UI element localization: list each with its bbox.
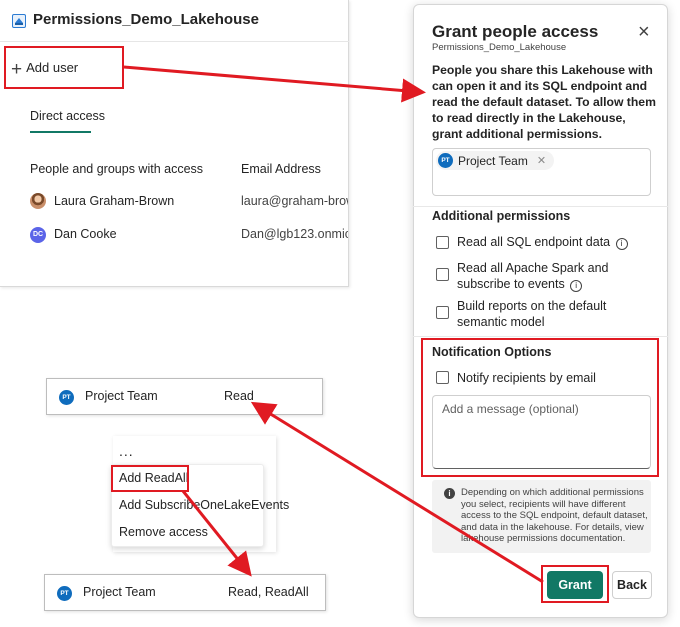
checkbox-build-reports[interactable] [436,306,449,319]
avatar: PT [59,390,74,405]
avatar [30,193,46,209]
access-card-before[interactable]: PT Project Team Read [46,378,323,415]
table-row-email: laura@graham-brow [241,194,348,208]
more-options-icon[interactable]: ... [119,443,134,459]
additional-permissions-heading: Additional permissions [432,209,571,223]
table-row-name[interactable]: Dan Cooke [54,227,117,241]
chip-label: Project Team [458,153,528,168]
highlight-add-readall [111,465,189,492]
card-name: Project Team [83,585,156,599]
avatar: PT [438,153,453,168]
permissions-panel [0,0,349,287]
dialog-title: Grant people access [432,22,599,41]
checkbox-read-spark[interactable] [436,268,449,281]
close-icon[interactable]: × [638,22,650,42]
highlight-add-user [4,46,124,89]
people-chip[interactable]: PT Project Team ✕ [436,151,555,170]
permission-label: Read all Apache Spark and subscribe to e… [457,261,609,291]
back-button[interactable]: Back [612,571,652,599]
card-permission: Read, ReadAll [228,585,309,599]
dialog-subtitle: Permissions_Demo_Lakehouse [432,42,567,53]
checkbox-label: Build reports on the default semantic mo… [457,299,607,329]
info-text: Depending on which additional permission… [461,487,648,544]
info-icon[interactable]: i [570,280,583,292]
avatar: DC [30,227,46,243]
highlight-notification [421,338,659,477]
info-icon[interactable]: i [615,238,628,250]
dialog-description: People you share this Lakehouse with can… [432,63,656,141]
column-header-email[interactable]: Email Address [241,162,321,176]
divider [413,206,668,207]
tab-selected-indicator [30,131,91,133]
lakehouse-icon [12,14,26,28]
access-card-after[interactable]: PT Project Team Read, ReadAll [44,574,326,611]
column-header-people[interactable]: People and groups with access [30,162,203,176]
tab-direct-access[interactable]: Direct access [30,109,105,123]
checkbox-read-sql[interactable] [436,236,449,249]
table-row-name[interactable]: Laura Graham-Brown [54,194,174,208]
checkbox-label: Read all SQL endpoint data i [457,234,652,250]
divider [413,336,668,337]
panel-title: Permissions_Demo_Lakehouse [33,11,259,28]
divider [0,41,349,42]
card-name: Project Team [85,389,158,403]
checkbox-label: Read all Apache Spark and subscribe to e… [457,260,652,292]
close-icon[interactable]: ✕ [537,154,546,167]
card-permission: Read [224,389,254,403]
info-icon: i [444,488,455,499]
permission-label: Read all SQL endpoint data [457,235,611,249]
menu-item-add-subscribe[interactable]: Add SubscribeOneLakeEvents [119,498,289,512]
highlight-grant [541,565,609,603]
table-row-email: Dan@lgb123.onmicr [241,227,348,241]
menu-item-remove-access[interactable]: Remove access [119,525,208,539]
avatar: PT [57,586,72,601]
